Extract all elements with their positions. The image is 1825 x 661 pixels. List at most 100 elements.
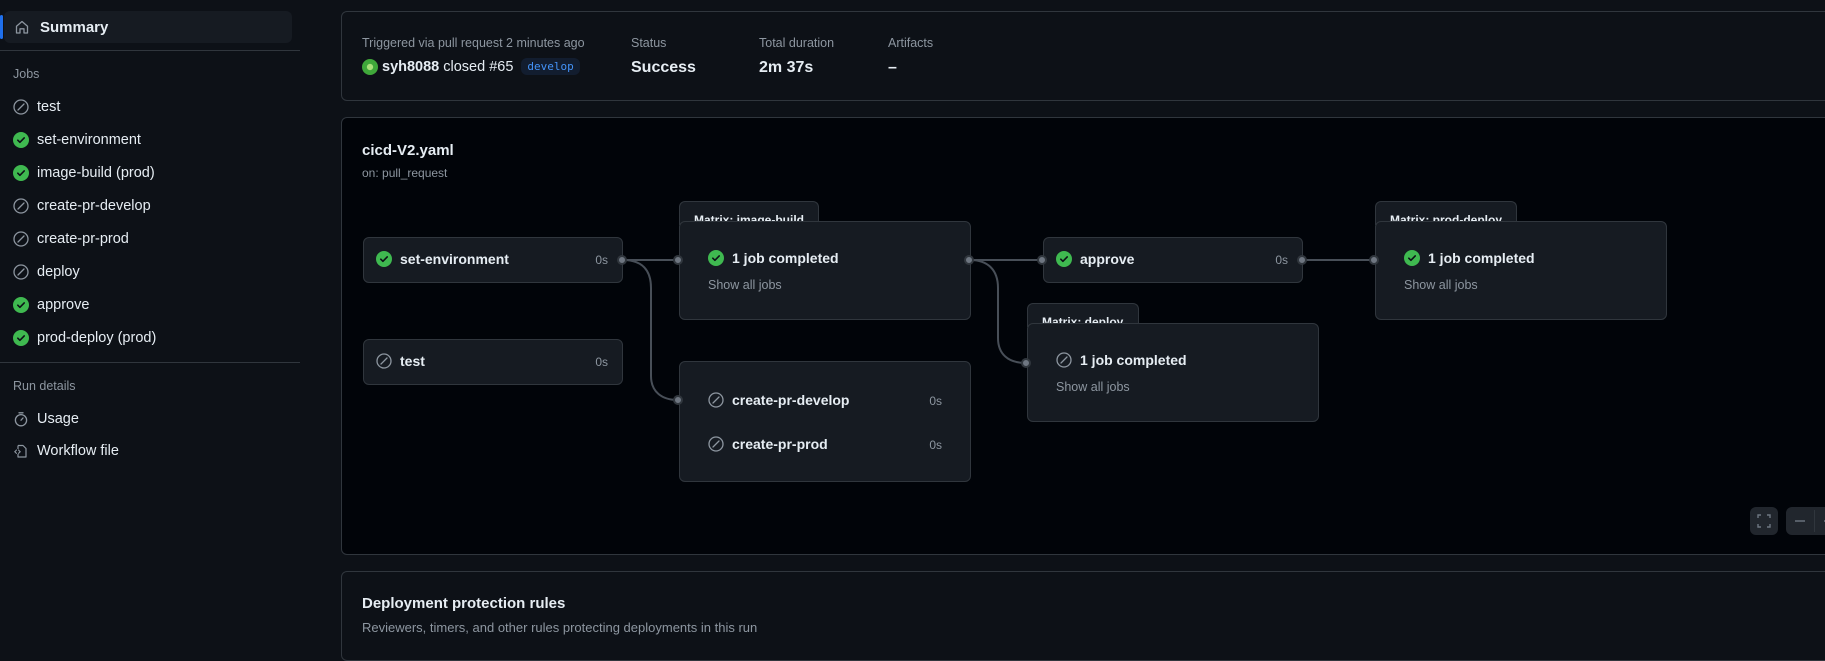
sidebar-item-summary[interactable]: Summary [4, 11, 292, 43]
matrix-summary: 1 job completed [1080, 352, 1187, 368]
sidebar-job-approve[interactable]: approve [13, 293, 89, 317]
job-duration: 0s [929, 394, 942, 408]
active-indicator [0, 15, 3, 39]
plus-icon [1824, 520, 1825, 522]
edge-setenv-createpr [622, 259, 679, 401]
artifacts-label: Artifacts [888, 36, 934, 50]
skipped-icon [13, 99, 29, 115]
file-code-icon [14, 444, 27, 458]
job-node-set-environment[interactable]: set-environment 0s [363, 237, 623, 283]
sidebar-job-create-pr-prod[interactable]: create-pr-prod [13, 227, 129, 251]
job-name: test [400, 353, 425, 369]
success-check-icon [376, 251, 392, 267]
success-check-icon [13, 132, 29, 148]
skipped-icon [1056, 352, 1072, 368]
sidebar-job-create-pr-develop[interactable]: create-pr-develop [13, 194, 151, 218]
sidebar-job-deploy[interactable]: deploy [13, 260, 80, 284]
job-node-approve[interactable]: approve 0s [1043, 237, 1303, 283]
success-check-icon [13, 330, 29, 346]
sidebar-job-image-build[interactable]: image-build (prod) [13, 161, 155, 185]
job-label: prod-deploy (prod) [37, 330, 157, 346]
input-port [1021, 358, 1031, 368]
output-port [617, 255, 627, 265]
input-port [1369, 255, 1379, 265]
input-port [1037, 255, 1047, 265]
workflow-graph: cicd-V2.yaml on: pull_request set-enviro… [341, 117, 1825, 555]
input-port [673, 255, 683, 265]
minus-icon [1795, 520, 1805, 522]
output-port [964, 255, 974, 265]
success-check-icon [1404, 250, 1420, 266]
avatar[interactable] [362, 58, 378, 75]
workflow-file-label: Workflow file [37, 443, 119, 459]
job-name: set-environment [400, 251, 509, 267]
artifacts-value: – [888, 59, 897, 76]
job-name: create-pr-develop [732, 392, 850, 408]
job-label: deploy [37, 264, 80, 280]
sidebar-item-usage[interactable]: Usage [13, 407, 79, 431]
job-label: create-pr-prod [37, 231, 129, 247]
job-duration: 0s [929, 438, 942, 452]
zoom-in-button[interactable] [1815, 507, 1825, 535]
show-all-jobs-link[interactable]: Show all jobs [1056, 380, 1130, 394]
skipped-icon [13, 198, 29, 214]
success-check-icon [13, 297, 29, 313]
skipped-icon [708, 392, 724, 408]
sidebar-item-workflow-file[interactable]: Workflow file [13, 439, 119, 463]
action-text[interactable]: closed #65 [443, 59, 513, 75]
fullscreen-button[interactable] [1750, 507, 1778, 535]
run-details-heading: Run details [13, 379, 76, 393]
show-all-jobs-link[interactable]: Show all jobs [1404, 278, 1478, 292]
fullscreen-icon [1757, 514, 1771, 528]
jobs-heading: Jobs [13, 67, 40, 81]
usage-label: Usage [37, 411, 79, 427]
job-group-create-pr: create-pr-develop 0s create-pr-prod 0s [679, 361, 971, 482]
home-icon [15, 20, 29, 34]
zoom-out-button[interactable] [1786, 507, 1814, 535]
success-check-icon [13, 165, 29, 181]
run-summary-card: Triggered via pull request 2 minutes ago… [341, 11, 1825, 101]
sidebar-divider [0, 50, 300, 51]
sidebar-job-prod-deploy[interactable]: prod-deploy (prod) [13, 326, 156, 350]
matrix-node-image-build[interactable]: 1 job completed Show all jobs [679, 221, 971, 320]
trigger-detail: syh8088 closed #65 develop [362, 58, 580, 75]
skipped-icon [708, 436, 724, 452]
skipped-icon [376, 353, 392, 369]
deployment-protection-card: Deployment protection rules Reviewers, t… [341, 571, 1825, 661]
matrix-node-prod-deploy[interactable]: 1 job completed Show all jobs [1375, 221, 1667, 320]
matrix-summary: 1 job completed [1428, 250, 1535, 266]
sidebar: Summary Jobs test set-environment image-… [0, 0, 300, 641]
sidebar-job-test[interactable]: test [13, 95, 60, 119]
branch-badge[interactable]: develop [521, 58, 580, 75]
show-all-jobs-link[interactable]: Show all jobs [708, 278, 782, 292]
job-duration: 0s [595, 253, 608, 267]
job-label: test [37, 99, 61, 115]
stopwatch-icon [14, 412, 28, 427]
duration-label: Total duration [759, 36, 835, 50]
job-node-test[interactable]: test 0s [363, 339, 623, 385]
actor-link[interactable]: syh8088 [382, 59, 439, 75]
job-name: create-pr-prod [732, 436, 828, 452]
duration-value: 2m 37s [759, 59, 814, 76]
job-name: approve [1080, 251, 1135, 267]
job-node-create-pr-develop[interactable]: create-pr-develop [708, 392, 849, 408]
job-duration: 0s [1275, 253, 1288, 267]
job-duration: 0s [595, 355, 608, 369]
matrix-node-deploy[interactable]: 1 job completed Show all jobs [1027, 323, 1319, 422]
skipped-icon [13, 264, 29, 280]
sidebar-divider [0, 362, 300, 363]
deployment-title: Deployment protection rules [362, 595, 566, 612]
job-label: set-environment [37, 132, 141, 148]
status-value: Success [631, 59, 696, 76]
edge-imagebuild-deploy [969, 259, 1027, 364]
output-port [1297, 255, 1307, 265]
job-node-create-pr-prod[interactable]: create-pr-prod [708, 436, 828, 452]
sidebar-job-set-environment[interactable]: set-environment [13, 128, 141, 152]
zoom-controls [1786, 507, 1825, 535]
trigger-label: Triggered via pull request 2 minutes ago [362, 36, 585, 50]
matrix-summary: 1 job completed [732, 250, 839, 266]
sidebar-summary-label: Summary [40, 18, 109, 36]
status-label: Status [631, 36, 667, 50]
skipped-icon [13, 231, 29, 247]
success-check-icon [708, 250, 724, 266]
